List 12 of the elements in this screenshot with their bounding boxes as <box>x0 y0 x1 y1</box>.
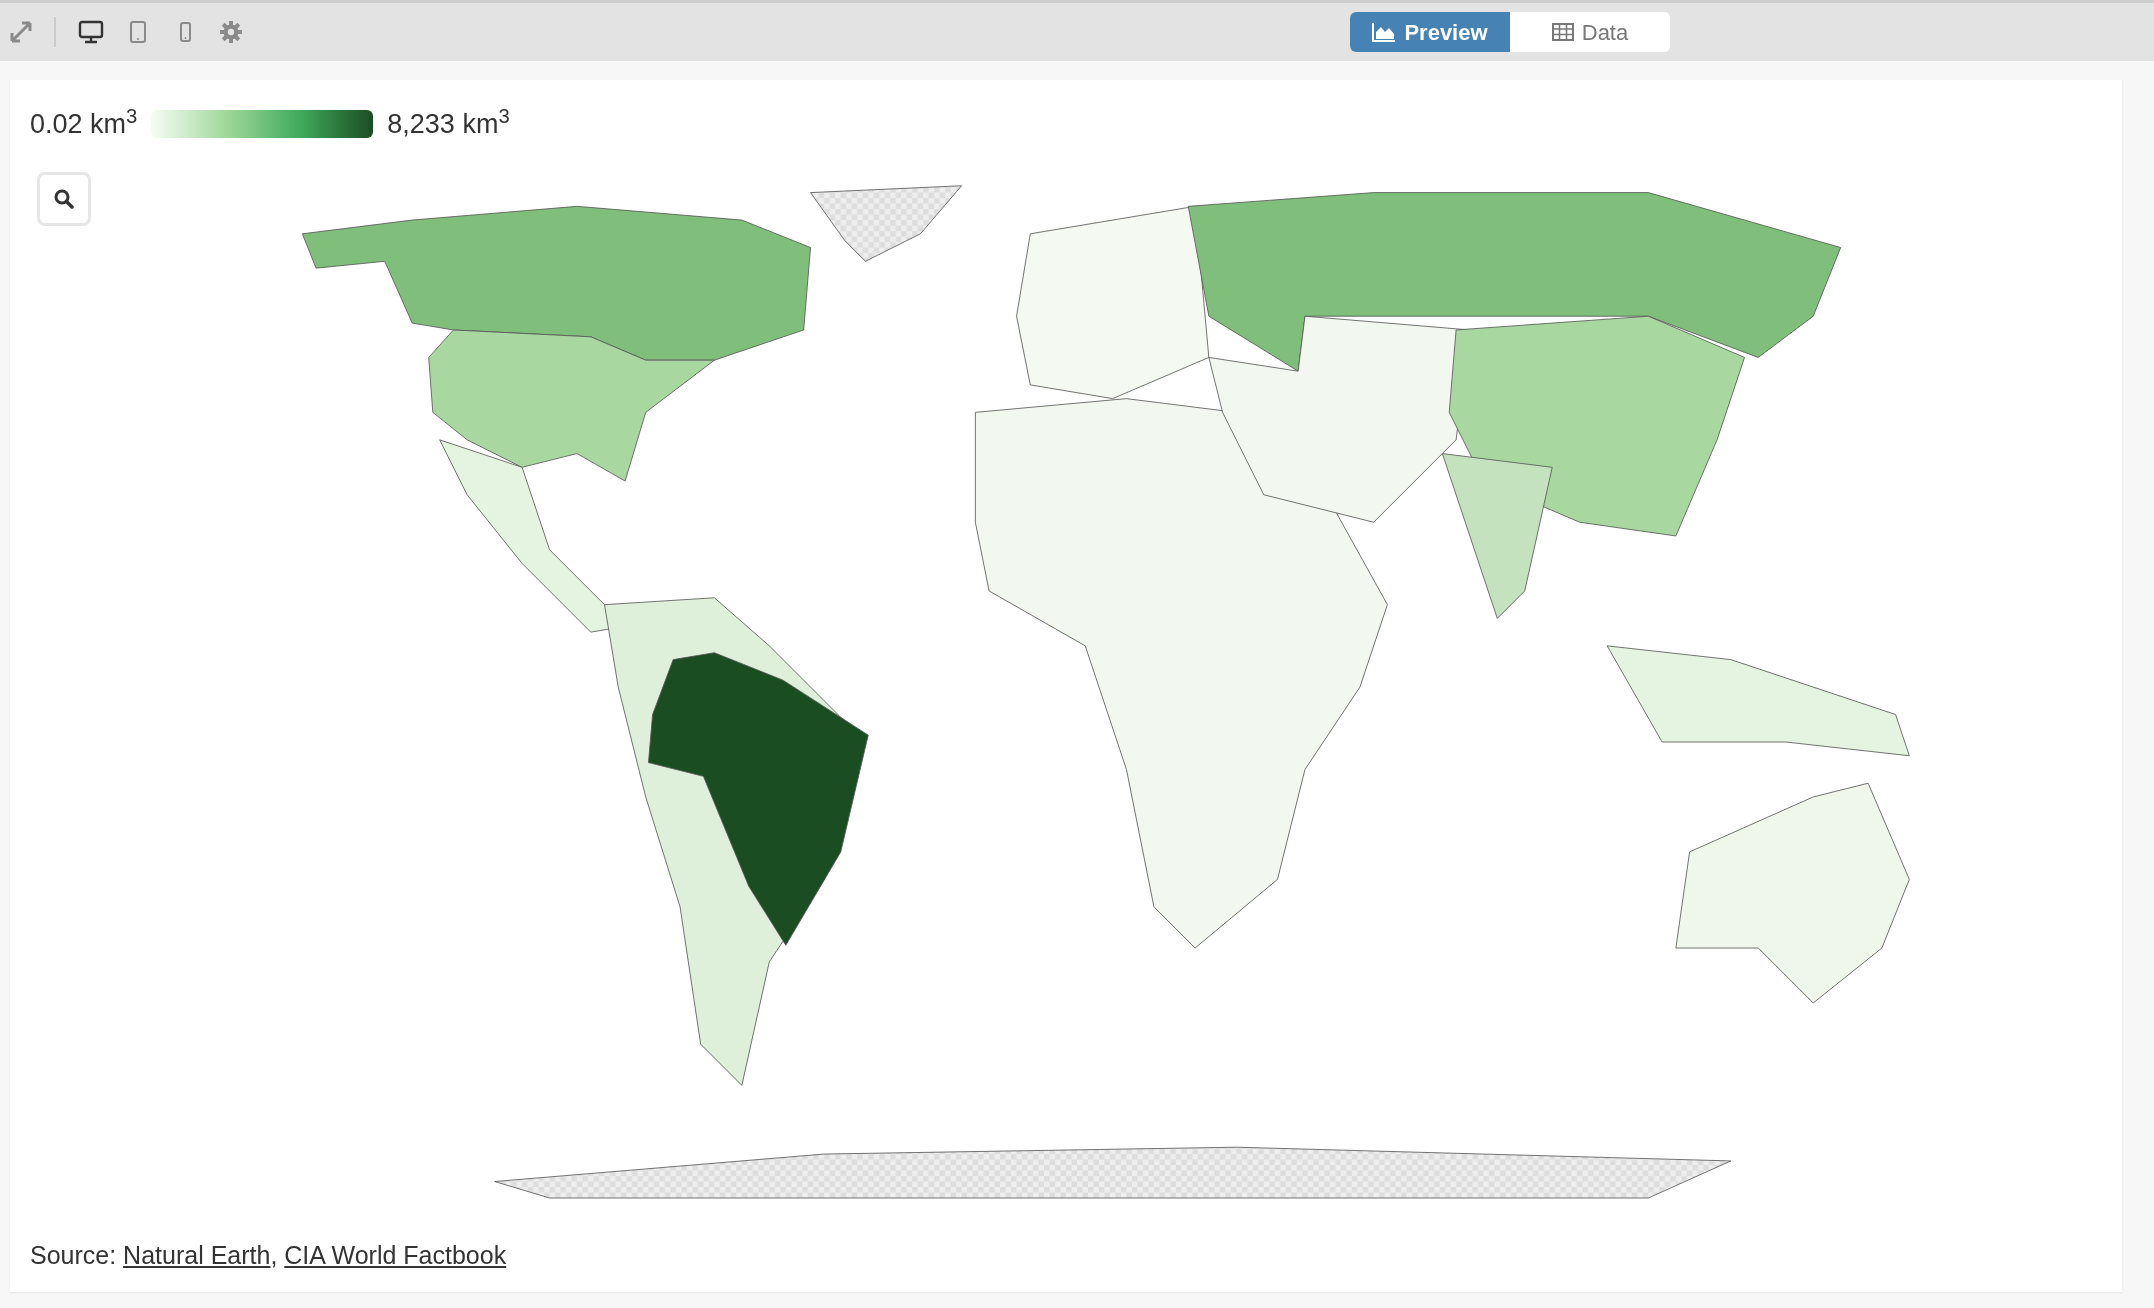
table-icon <box>1551 23 1574 41</box>
area-chart-icon <box>1372 22 1397 42</box>
source-link[interactable]: CIA World Factbook <box>284 1241 507 1269</box>
search-button[interactable] <box>37 172 91 226</box>
source-text: Source: Natural Earth, CIA World Factbook <box>30 1240 507 1271</box>
search-icon <box>54 189 74 209</box>
source-link[interactable]: Natural Earth <box>123 1241 271 1269</box>
expand-icon[interactable] <box>10 21 32 43</box>
view-tab[interactable]: Preview <box>1350 12 1510 52</box>
legend-max-label: 8,233 km$^{3}$ <box>387 104 510 141</box>
monitor-icon[interactable] <box>78 19 105 45</box>
legend-min-label: 0.02 km$^{3}$ <box>30 104 138 141</box>
